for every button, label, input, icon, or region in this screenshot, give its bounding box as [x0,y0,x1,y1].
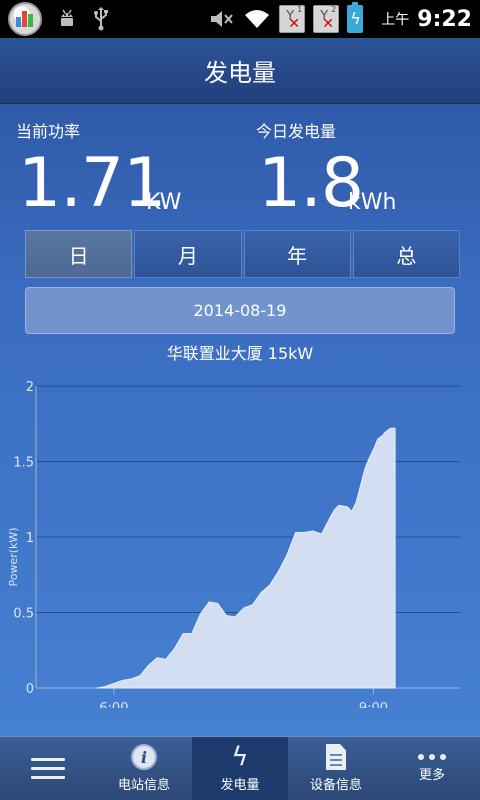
tab-year[interactable]: 年 [243,230,351,278]
y-tick-label: 1.5 [13,456,34,471]
period-tabs: 日 月 年 总 [25,230,460,278]
tab-total[interactable]: 总 [352,230,460,278]
info-icon: i [131,744,157,770]
nav-more-label: 更多 [418,768,445,783]
nav-power-generation[interactable]: ϟ 发电量 [192,737,288,800]
status-bar: Y 1 ✕ Y 2 ✕ ϟ 上午 9:22 [0,0,480,38]
nav-device-info-label: 设备信息 [309,778,362,793]
nav-menu[interactable] [0,737,96,800]
usb-icon [94,7,108,31]
nav-more[interactable]: 更多 [384,737,480,800]
tab-day[interactable]: 日 [25,230,133,278]
status-time: 9:22 [417,6,472,32]
status-ampm: 上午 [381,12,410,28]
y-tick-label: 2 [26,380,34,395]
nav-power-generation-label: 发电量 [220,778,260,793]
sim2-no-signal-icon: Y 2 ✕ [313,5,340,33]
y-tick-label: 0 [26,682,34,697]
main-content: 当前功率 1.71 KW 今日发电量 1.8 kWh 日 月 年 总 2014-… [0,104,480,736]
wifi-icon [245,10,270,28]
current-power-unit: KW [146,190,182,215]
y-tick-label: 0.5 [13,607,34,622]
nav-station-info-label: 电站信息 [117,778,170,793]
battery-charging-icon: ϟ [347,2,364,33]
current-power-value: 1.71 [18,144,166,223]
x-tick-label: 6:00 [99,701,128,708]
station-name: 华联置业大厦 15kW [166,344,314,363]
power-chart: 0 0.5 1 1.5 2 6:00 9:00 Power(kW) [7,380,460,708]
sim1-no-signal-icon: Y 1 ✕ [279,5,306,33]
nav-station-info[interactable]: i 电站信息 [96,737,192,800]
current-power-label: 当前功率 [16,122,81,141]
y-tick-label: 1 [26,531,34,546]
title-bar: 发电量 [0,38,480,104]
power-area [96,427,396,689]
today-energy-label: 今日发电量 [256,122,337,141]
app-chart-icon [8,2,42,36]
android-debug-icon [61,9,73,26]
today-energy-unit: kWh [348,190,397,215]
nav-device-info[interactable]: 设备信息 [288,737,384,800]
more-icon [418,754,446,760]
x-tick-label: 9:00 [359,701,388,708]
volume-muted-icon [211,11,234,27]
tab-month[interactable]: 月 [134,230,242,278]
date-selector[interactable]: 2014-08-19 [25,287,455,334]
document-icon [326,744,346,770]
bottom-nav: i 电站信息 ϟ 发电量 设备信息 更多 [0,736,480,800]
menu-icon [31,758,65,779]
page-title: 发电量 [204,59,276,87]
bolt-icon: ϟ [231,742,249,772]
y-axis-label: Power(kW) [7,527,20,586]
